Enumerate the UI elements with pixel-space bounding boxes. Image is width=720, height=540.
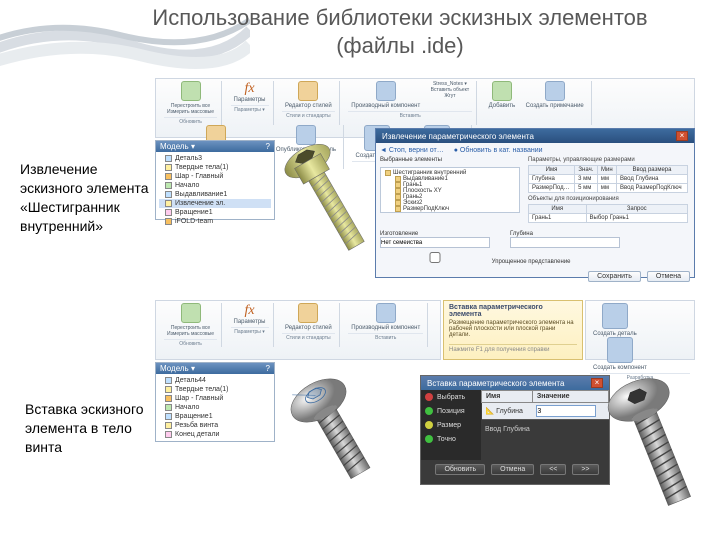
tree-item[interactable]: Деталь3: [159, 154, 271, 163]
tree-item[interactable]: Вращение1: [159, 412, 271, 421]
create-note-button[interactable]: Создать примечание: [526, 81, 584, 109]
wizard-step[interactable]: Выбрать: [421, 390, 481, 404]
create-part-button[interactable]: Создать деталь: [593, 303, 637, 337]
refresh-button[interactable]: Обновить: [435, 464, 485, 475]
depth-input[interactable]: [510, 237, 620, 248]
round-head-bolt-with-socket-image: [605, 370, 710, 530]
tree-item[interactable]: iFOLD-team: [159, 217, 271, 226]
depth-value-input[interactable]: [536, 405, 596, 417]
dialog-title: Извлечение параметрического элемента: [382, 132, 534, 141]
caption-insert: Вставка эскизного элемента в тело винта: [25, 400, 155, 457]
tree-item[interactable]: Шар - Главный: [159, 394, 271, 403]
ribbon-bottom-right: Создать деталь Создать компонент Разрабо…: [585, 300, 695, 360]
group-label: Параметры ▾: [231, 105, 269, 113]
tree-item[interactable]: Вращение1: [159, 208, 271, 217]
style-editor-button[interactable]: Редактор стилей: [285, 303, 332, 331]
params-table[interactable]: ИмяЗнач.МинВвод размераГлубина3 ммммВвод…: [528, 165, 688, 193]
wizard-step[interactable]: Размер: [421, 418, 481, 432]
fx-button[interactable]: fxПараметры: [234, 303, 266, 325]
placement-table[interactable]: ИмяЗапросГрань1Выбор Грань1: [528, 204, 688, 223]
wizard-step[interactable]: Позиция: [421, 404, 481, 418]
extract-ifeature-dialog: Извлечение параметрического элемента × ◄ …: [375, 128, 695, 278]
close-icon[interactable]: ×: [591, 378, 603, 388]
tree-item[interactable]: Твердые тела(1): [159, 385, 271, 394]
tree-item[interactable]: Шар - Главный: [159, 172, 271, 181]
style-editor-button[interactable]: Редактор стилей: [285, 81, 332, 109]
insert-ifeature-dialog: Вставка параметрического элемента × Выбра…: [420, 375, 610, 485]
save-cat-link[interactable]: ● Обновить в кат. названии: [454, 147, 543, 154]
fx-button[interactable]: fxПараметры: [234, 81, 266, 103]
wizard-step[interactable]: Точно: [421, 432, 481, 446]
rebuild-button[interactable]: Перестроить всеИзмерить массовые: [167, 81, 214, 115]
tree-item[interactable]: Деталь44: [159, 376, 271, 385]
tree-item[interactable]: Твердые тела(1): [159, 163, 271, 172]
back-link[interactable]: ◄ Стоп, верни от…: [380, 147, 444, 154]
rebuild-button[interactable]: Перестроить всеИзмерить массовые: [167, 303, 214, 337]
group-label: Стили и стандарты: [282, 111, 335, 119]
round-head-bolt-image: [275, 360, 425, 490]
close-icon[interactable]: ×: [676, 131, 688, 141]
mfg-input[interactable]: [380, 237, 490, 248]
tree-item[interactable]: Выдавливание1: [159, 190, 271, 199]
tree-item[interactable]: Начало: [159, 181, 271, 190]
ribbon-bottom: Перестроить всеИзмерить массовые Обновит…: [155, 300, 441, 360]
group-label: Вставить: [348, 111, 472, 119]
create-component-button[interactable]: Создать компонент: [593, 337, 647, 371]
group-label: Обновить: [164, 117, 217, 125]
next-button[interactable]: >>: [572, 464, 598, 475]
caption-extract: Извлечение эскизного элемента «Шестигран…: [20, 160, 150, 236]
add-button[interactable]: Добавить: [489, 81, 516, 109]
tooltip-insert-ifeature: Вставка параметрического элемента Размещ…: [443, 300, 583, 360]
cancel-button[interactable]: Отмена: [491, 464, 534, 475]
save-button[interactable]: Сохранить: [588, 271, 641, 282]
simplify-checkbox[interactable]: [380, 252, 490, 263]
dialog-title: Вставка параметрического элемента: [427, 379, 564, 388]
cancel-button[interactable]: Отмена: [647, 271, 690, 282]
tree-item[interactable]: Конец детали: [159, 430, 271, 439]
feature-tree[interactable]: Шестигранник внутреннийВыдавливание1Гран…: [380, 167, 520, 213]
tree-item[interactable]: Резьба винта: [159, 421, 271, 430]
hex-socket-bolt-image: [275, 130, 385, 270]
slide-title: Использование библиотеки эскизных элемен…: [120, 4, 680, 59]
tree-item[interactable]: Начало: [159, 403, 271, 412]
derived-component-button[interactable]: Производный компонент: [351, 81, 420, 109]
wizard-steps[interactable]: ВыбратьПозицияРазмерТочно: [421, 390, 481, 460]
tree-item[interactable]: Извлечение эл.: [159, 199, 271, 208]
derived-component-button[interactable]: Производный компонент: [351, 303, 420, 331]
model-browser-2[interactable]: Модель ▾? Деталь44Твердые тела(1)Шар - Г…: [155, 362, 275, 442]
model-browser-1[interactable]: Модель ▾? Деталь3Твердые тела(1)Шар - Гл…: [155, 140, 275, 220]
back-button[interactable]: <<: [540, 464, 566, 475]
